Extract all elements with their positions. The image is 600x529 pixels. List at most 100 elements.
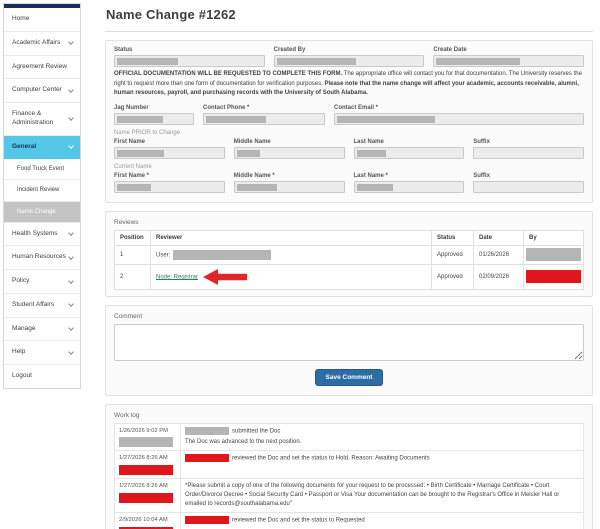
chevron-down-icon xyxy=(68,349,74,355)
field-label: Last Name * xyxy=(354,173,465,179)
worklog-message: reviewed the Doc and set the status to H… xyxy=(232,456,430,462)
reviewer-prefix: User: xyxy=(156,252,170,258)
sidebar-item-policy[interactable]: Policy xyxy=(4,270,80,294)
field-label: Create Date xyxy=(433,47,584,53)
contact-row: Jag NumberContact Phone *Contact Email * xyxy=(114,105,584,125)
form-field-first-name: First Name * xyxy=(114,173,225,193)
first-name-input[interactable] xyxy=(114,147,225,159)
worklog-row: 1/27/2026 8:26 AM *Please submit a copy o… xyxy=(115,479,584,513)
sidebar-item-manage[interactable]: Manage xyxy=(4,318,80,342)
sidebar-item-logout[interactable]: Logout xyxy=(4,365,80,388)
title-divider xyxy=(105,31,593,32)
sidebar-item-label: Logout xyxy=(12,372,32,381)
save-comment-button[interactable]: Save Comment xyxy=(315,369,384,386)
sidebar-item-label: Policy xyxy=(12,277,29,286)
worklog-row: 1/27/2026 8:26 AMreviewed the Doc and se… xyxy=(115,451,584,479)
sidebar-item-finance-administration[interactable]: Finance & Administration xyxy=(4,103,80,136)
sidebar-item-label: General xyxy=(12,143,36,152)
sidebar-item-general[interactable]: General xyxy=(4,136,80,160)
review-status: Approved xyxy=(432,264,474,289)
name-change-form-panel: StatusCreated ByCreate Date OFFICIAL DOC… xyxy=(105,40,593,203)
last-name-input[interactable] xyxy=(354,147,465,159)
review-position: 2 xyxy=(115,264,151,289)
worklog-message: *Please submit a copy of one of the foll… xyxy=(185,483,559,507)
chevron-down-icon xyxy=(68,278,74,284)
sidebar-item-label: Name Change xyxy=(17,208,56,216)
review-reviewer: Node: Registrar xyxy=(151,264,432,289)
chevron-down-icon xyxy=(68,254,74,260)
review-date: 01/26/2026 xyxy=(474,245,524,264)
field-label: Suffix xyxy=(473,139,584,145)
form-field-status: Status xyxy=(114,47,265,67)
sidebar-item-student-affairs[interactable]: Student Affairs xyxy=(4,294,80,318)
form-field-first-name: First Name xyxy=(114,139,225,159)
worklog-table: 1/26/2026 9:02 PMsubmitted the DocThe Do… xyxy=(114,423,584,529)
redacted-value xyxy=(277,58,357,65)
worklog-message-cell: reviewed the Doc and set the status to R… xyxy=(181,513,584,529)
comment-input[interactable] xyxy=(114,324,584,361)
reviews-col-date: Date xyxy=(474,230,524,245)
redacted-author xyxy=(119,493,173,503)
reviews-panel: Reviews PositionReviewerStatusDateBy 1 Us… xyxy=(105,211,593,297)
sidebar-item-help[interactable]: Help xyxy=(4,341,80,365)
middle-name-input[interactable] xyxy=(234,181,345,193)
field-label: Status xyxy=(114,47,265,53)
redacted-actor-name xyxy=(185,427,229,435)
sidebar-item-label: Manage xyxy=(12,325,36,334)
form-field-suffix: Suffix xyxy=(473,139,584,159)
redacted-value xyxy=(117,116,163,123)
contact-phone-input[interactable] xyxy=(203,113,325,125)
sidebar-item-label: Health Systems xyxy=(12,230,58,239)
chevron-down-icon xyxy=(68,39,74,45)
form-field-created-by: Created By xyxy=(274,47,425,67)
form-field-contact-email: Contact Email * xyxy=(334,105,584,125)
sidebar-item-incident-review[interactable]: Incident Review xyxy=(4,180,80,201)
sidebar-item-label: Academic Affairs xyxy=(12,39,60,48)
sidebar-item-health-systems[interactable]: Health Systems xyxy=(4,223,80,247)
sidebar-item-label: Food Truck Event xyxy=(17,165,64,173)
suffix-input[interactable] xyxy=(473,181,584,193)
create-date-input[interactable] xyxy=(433,55,584,67)
worklog-timestamp: 2/9/2026 10:04 AM xyxy=(119,516,176,525)
chevron-down-icon xyxy=(68,143,74,149)
sidebar-item-food-truck-event[interactable]: Food Truck Event xyxy=(4,159,80,180)
worklog-message: submitted the Doc xyxy=(232,428,280,434)
redacted-value xyxy=(436,58,520,65)
comment-label: Comment xyxy=(114,313,584,320)
redacted-value xyxy=(117,58,178,65)
review-position: 1 xyxy=(115,245,151,264)
worklog-title: Work log xyxy=(114,412,584,419)
worklog-panel: Work log 1/26/2026 9:02 PMsubmitted the … xyxy=(105,404,593,529)
reviewer-node-link[interactable]: Node: Registrar xyxy=(156,274,198,280)
suffix-input[interactable] xyxy=(473,147,584,159)
chevron-down-icon xyxy=(68,301,74,307)
sidebar-item-agreement-review[interactable]: Agreement Review xyxy=(4,56,80,80)
chevron-down-icon xyxy=(68,87,74,93)
chevron-down-icon xyxy=(68,115,74,121)
form-field-contact-phone: Contact Phone * xyxy=(203,105,325,125)
sidebar-item-label: Finance & Administration xyxy=(12,110,66,128)
last-name-input[interactable] xyxy=(354,181,465,193)
sidebar-item-computer-center[interactable]: Computer Center xyxy=(4,79,80,103)
status-input[interactable] xyxy=(114,55,265,67)
reviews-title: Reviews xyxy=(114,219,584,226)
review-by xyxy=(524,245,584,264)
sidebar-item-academic-affairs[interactable]: Academic Affairs xyxy=(4,32,80,56)
sidebar-item-label: Agreement Review xyxy=(12,63,67,72)
sidebar-item-name-change[interactable]: Name Change xyxy=(4,202,80,223)
form-field-create-date: Create Date xyxy=(433,47,584,67)
jag-number-input[interactable] xyxy=(114,113,194,125)
sidebar-item-home[interactable]: Home xyxy=(4,8,80,32)
sidebar-item-human-resources[interactable]: Human Resources xyxy=(4,246,80,270)
middle-name-input[interactable] xyxy=(234,147,345,159)
field-label: Middle Name * xyxy=(234,173,345,179)
field-label: Last Name xyxy=(354,139,465,145)
created-by-input[interactable] xyxy=(274,55,425,67)
worklog-timestamp: 1/27/2026 8:26 AM xyxy=(119,482,176,491)
redacted-value xyxy=(206,116,266,123)
reviews-header-row: PositionReviewerStatusDateBy xyxy=(115,230,584,245)
contact-email-input[interactable] xyxy=(334,113,584,125)
worklog-message: reviewed the Doc and set the status to R… xyxy=(232,518,365,524)
redacted-value xyxy=(337,116,435,123)
first-name-input[interactable] xyxy=(114,181,225,193)
